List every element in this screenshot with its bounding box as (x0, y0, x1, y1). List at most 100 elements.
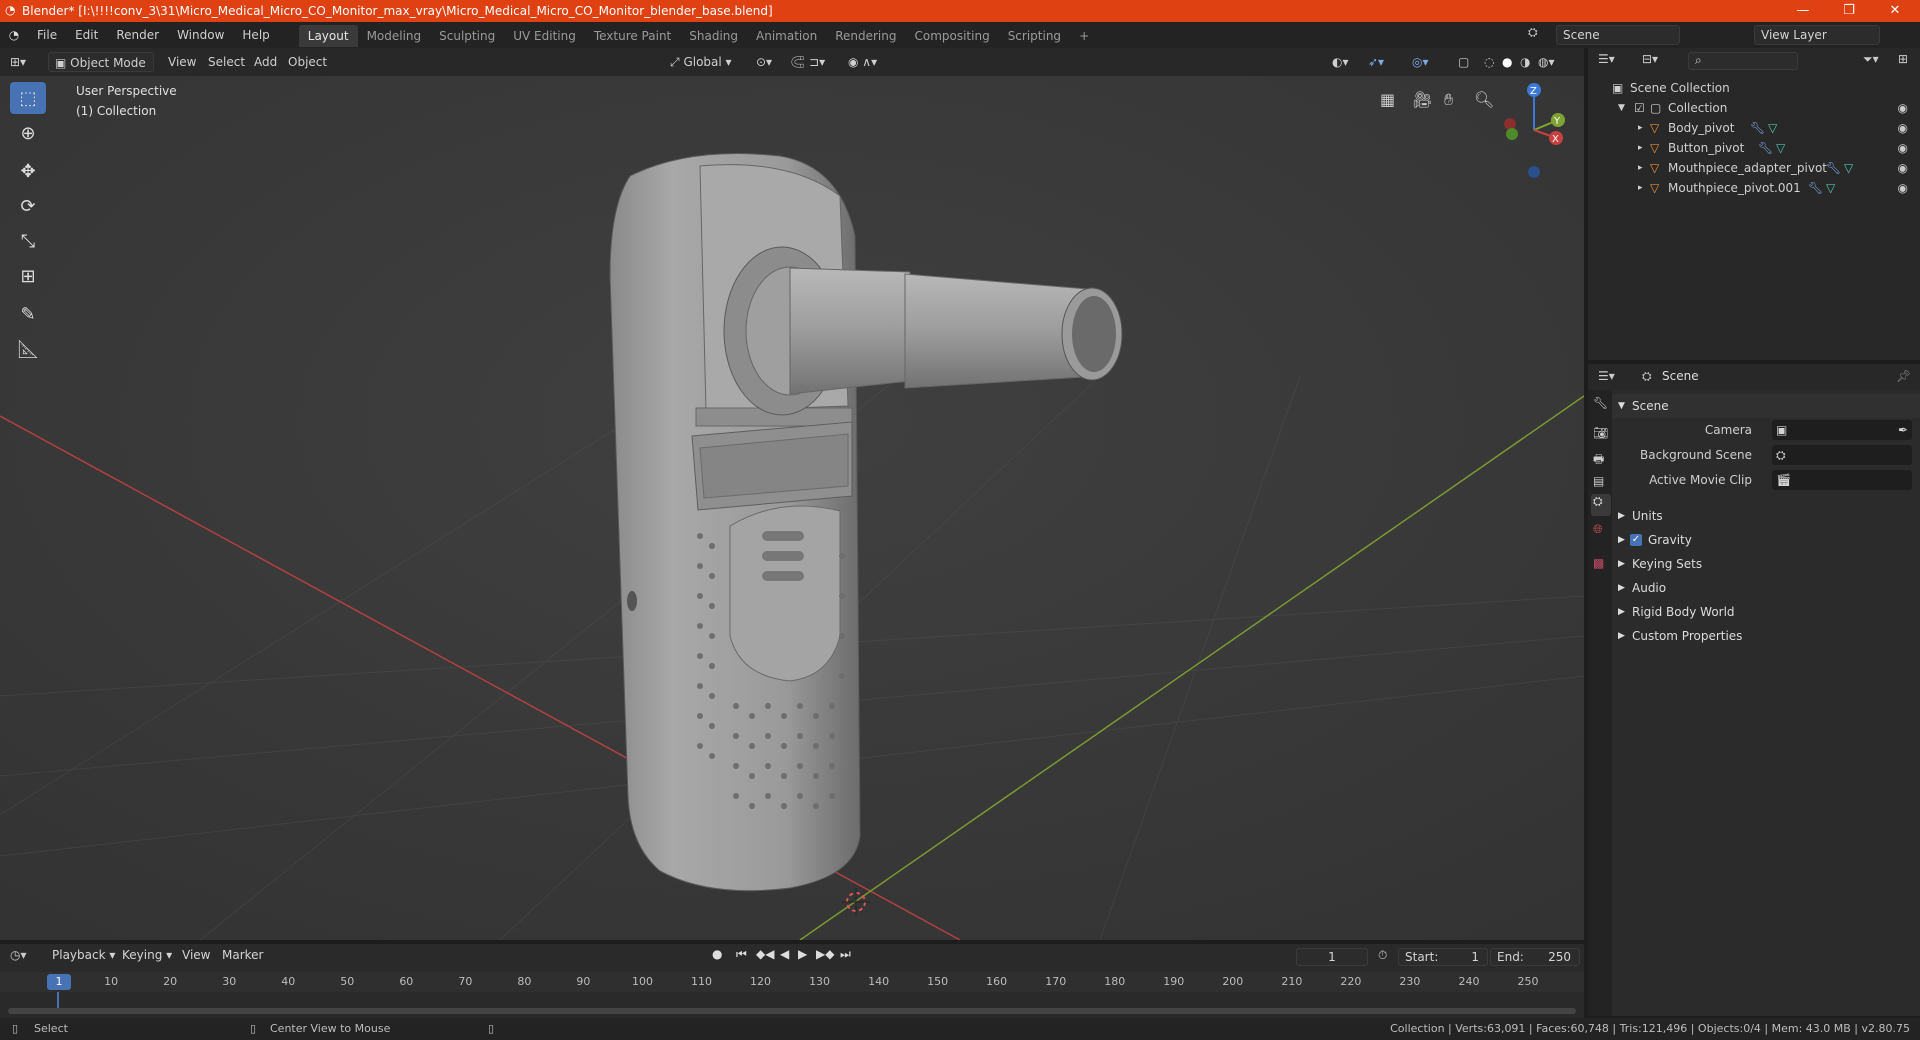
eye-icon[interactable]: ◉ (1898, 118, 1908, 138)
menu-edit[interactable]: Edit (66, 22, 107, 48)
scene-panel-header[interactable]: ▼ Scene (1612, 394, 1920, 418)
proportional-edit-icon[interactable]: ◉ ∧▾ (848, 52, 877, 72)
tab-shading[interactable]: Shading (680, 25, 747, 47)
next-keyframe-icon[interactable]: ▶◆ (816, 947, 834, 961)
custom-properties-panel[interactable]: ▶ Custom Properties (1612, 624, 1920, 648)
menu-window[interactable]: Window (168, 22, 233, 48)
outliner-item-body-pivot[interactable]: ▸ ▽ Body_pivot 🔧︎ ▽ ◉ (1588, 118, 1920, 138)
stopwatch-icon[interactable]: ⏱ (1378, 948, 1387, 963)
filter-icon[interactable]: ⏷▾ (1863, 52, 1879, 67)
blender-menu-icon[interactable]: ◔ (0, 28, 28, 42)
annotate-tool-icon[interactable]: ✎ (10, 298, 46, 330)
transform-orientation-dropdown[interactable]: ⤢ Global ▾ (670, 52, 732, 72)
add-menu[interactable]: Add (254, 52, 277, 72)
gravity-panel[interactable]: ▶ ✓ Gravity (1612, 528, 1920, 552)
timeline-editor-icon[interactable]: ◷▾ (10, 948, 27, 962)
outliner-item-button-pivot[interactable]: ▸ ▽ Button_pivot 🔧︎ ▽ ◉ (1588, 138, 1920, 158)
zoom-view-icon[interactable]: 🔍︎ (1474, 90, 1494, 109)
eyedropper-icon[interactable]: ✒ (1898, 418, 1908, 442)
3d-viewport[interactable]: Z Y X User Perspective (1) Collection ▦ … (0, 76, 1584, 940)
minimize-button[interactable]: — (1780, 0, 1826, 22)
tab-texture-paint[interactable]: Texture Paint (585, 25, 680, 47)
solid-shading-icon[interactable]: ● (1502, 52, 1512, 72)
view-menu[interactable]: View (168, 52, 196, 72)
scene-selector-icon[interactable]: ⛭ (1528, 25, 1546, 45)
object-menu[interactable]: Object (288, 52, 327, 72)
scene-tab-icon[interactable]: ⛭ (1591, 494, 1611, 516)
expand-arrow-icon[interactable]: ▸ (1638, 138, 1643, 158)
move-tool-icon[interactable]: ✥ (10, 155, 46, 187)
marker-menu[interactable]: Marker (222, 948, 263, 962)
pin-icon[interactable]: 📌︎ (1896, 369, 1911, 383)
outliner-collection[interactable]: ▼ ☑ ▢ Collection ◉ (1588, 98, 1920, 118)
select-menu[interactable]: Select (208, 52, 245, 72)
outliner-item-mouthpiece-adapter-pivot[interactable]: ▸ ▽ Mouthpiece_adapter_pivot 🔧︎ ▽ ◉ (1588, 158, 1920, 178)
eye-icon[interactable]: ◉ (1898, 178, 1908, 198)
playhead[interactable]: 1 (47, 974, 71, 990)
mode-dropdown[interactable]: ▣ Object Mode ▾ (48, 52, 154, 90)
collection-checkbox[interactable]: ☑ (1634, 98, 1645, 118)
eye-icon[interactable]: ◉ (1898, 158, 1908, 178)
menu-file[interactable]: File (28, 22, 66, 48)
snap-icon[interactable]: 🧲︎ ⊐▾ (790, 52, 825, 72)
timeline-scrollbar[interactable] (8, 1008, 1576, 1014)
tab-sculpting[interactable]: Sculpting (430, 25, 504, 47)
menu-render[interactable]: Render (107, 22, 168, 48)
close-button[interactable]: ✕ (1872, 0, 1918, 22)
editor-type-icon[interactable]: ⊞▾ (10, 52, 26, 72)
jump-start-icon[interactable]: ⏮ (736, 947, 747, 962)
keying-menu[interactable]: Keying ▾ (122, 948, 172, 962)
xray-icon[interactable]: ▢ (1458, 52, 1469, 72)
toggle-grid-icon[interactable]: ▦ (1380, 90, 1395, 109)
expand-arrow-icon[interactable]: ▸ (1638, 118, 1643, 138)
tab-modeling[interactable]: Modeling (358, 25, 431, 47)
measure-tool-icon[interactable]: 📐︎ (10, 333, 46, 365)
pivot-point-icon[interactable]: ⊙▾ (756, 52, 772, 72)
active-movie-clip-field[interactable]: 🎬︎ (1772, 470, 1912, 490)
play-icon[interactable]: ▶ (798, 947, 807, 961)
gravity-checkbox[interactable]: ✓ (1630, 534, 1642, 546)
playback-menu[interactable]: Playback ▾ (52, 948, 115, 962)
outliner-search-input[interactable]: ⌕ (1688, 52, 1798, 70)
transform-tool-icon[interactable]: ⊞ (10, 260, 46, 292)
new-collection-icon[interactable]: ⊞ (1898, 52, 1908, 66)
material-shading-icon[interactable]: ◑ (1520, 52, 1530, 72)
tool-tab-icon[interactable]: 🔧︎ (1593, 396, 1608, 410)
keying-sets-panel[interactable]: ▶ Keying Sets (1612, 552, 1920, 576)
tab-animation[interactable]: Animation (747, 25, 826, 47)
scene-field[interactable]: Scene (1556, 25, 1680, 45)
tab-layout[interactable]: Layout (298, 25, 358, 47)
view-layer-field[interactable]: View Layer (1754, 25, 1880, 45)
tab-uv-editing[interactable]: UV Editing (504, 25, 585, 47)
timeline-view-menu[interactable]: View (182, 948, 210, 962)
pan-view-icon[interactable]: ✋︎ (1444, 90, 1453, 110)
camera-field[interactable]: ▣ ✒ (1772, 420, 1912, 440)
eye-icon[interactable]: ◉ (1898, 98, 1908, 118)
prev-keyframe-icon[interactable]: ◆◀ (756, 947, 774, 961)
cursor-tool-icon[interactable]: ⊕ (10, 117, 46, 149)
restore-button[interactable]: ❐ (1826, 0, 1872, 22)
properties-editor-icon[interactable]: ☰▾ (1598, 369, 1615, 383)
expand-arrow-icon[interactable]: ▸ (1638, 158, 1643, 178)
frame-ruler[interactable]: 1102030405060708090100110120130140150160… (0, 972, 1584, 992)
tab-rendering[interactable]: Rendering (826, 25, 905, 47)
tab-scripting[interactable]: Scripting (999, 25, 1070, 47)
rotate-tool-icon[interactable]: ⟳ (10, 190, 46, 222)
outliner-scene-collection[interactable]: ▣ Scene Collection (1588, 78, 1920, 98)
world-tab-icon[interactable]: 🌐︎ (1593, 522, 1603, 537)
expand-arrow-icon[interactable]: ▸ (1638, 178, 1643, 198)
background-scene-field[interactable]: ⛭ (1772, 445, 1912, 465)
jump-end-icon[interactable]: ⏭ (840, 947, 851, 962)
visibility-icon[interactable]: ◐▾ (1332, 52, 1349, 72)
play-reverse-icon[interactable]: ◀ (780, 947, 789, 961)
rendered-shading-icon[interactable]: ◍▾ (1538, 52, 1555, 72)
end-frame-field[interactable]: End: 250 (1490, 948, 1580, 966)
texture-tab-icon[interactable]: ▩ (1593, 556, 1604, 570)
display-mode-icon[interactable]: ⊟▾ (1642, 52, 1658, 66)
add-workspace-button[interactable]: + (1070, 25, 1098, 47)
overlay-toggle-icon[interactable]: ◎▾ (1412, 52, 1429, 72)
eye-icon[interactable]: ◉ (1898, 138, 1908, 158)
wireframe-shading-icon[interactable]: ◌ (1484, 52, 1494, 72)
outliner-editor-icon[interactable]: ☰▾ (1598, 52, 1615, 66)
gizmo-toggle-icon[interactable]: ➶▾ (1368, 52, 1384, 72)
